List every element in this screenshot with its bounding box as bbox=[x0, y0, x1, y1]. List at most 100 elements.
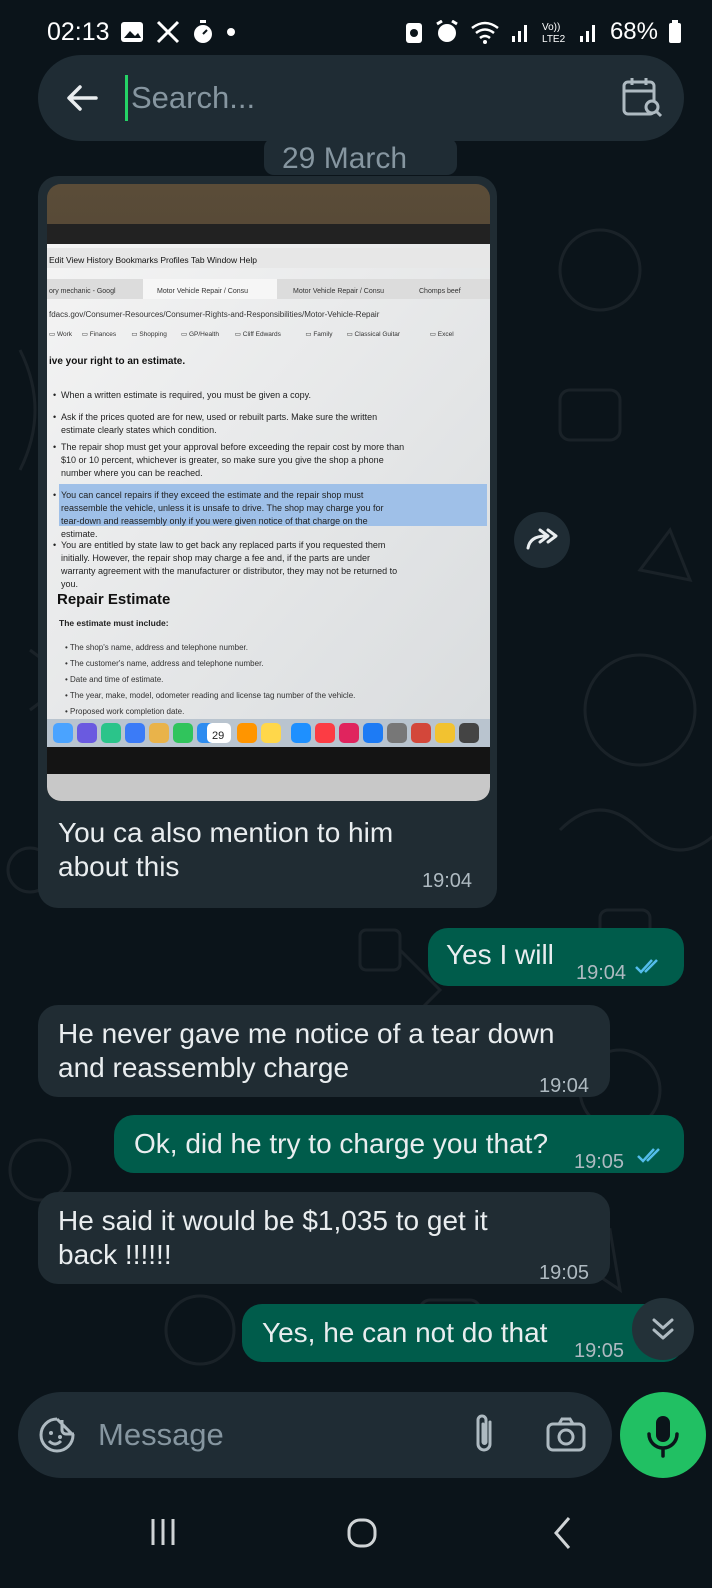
signal-icon bbox=[511, 25, 527, 42]
message-time: 19:05 bbox=[574, 1340, 625, 1362]
photo-heading: ive your right to an estimate. bbox=[49, 356, 185, 367]
photo-section-item: • The year, make, model, odometer readin… bbox=[65, 691, 355, 700]
forward-button[interactable] bbox=[514, 512, 570, 568]
photo-tab-label: Motor Vehicle Repair / Consu bbox=[157, 288, 248, 295]
photo-bullet-dot: • bbox=[53, 490, 56, 500]
photo-bullet-line: number where you can be reached. bbox=[61, 468, 203, 478]
photo-section-item: • The customer's name, address and telep… bbox=[65, 659, 264, 668]
photo-bookmark-label: ▭ Finances bbox=[82, 331, 117, 338]
incoming-message-bubble[interactable]: He never gave me notice of a tear down a… bbox=[38, 1005, 610, 1097]
photo-section-sub: The estimate must include: bbox=[59, 618, 169, 628]
svg-text:Vo)): Vo)) bbox=[542, 22, 560, 33]
incoming-message-bubble[interactable]: He said it would be $1,035 to get it bac… bbox=[38, 1192, 610, 1284]
message-text: Yes I will bbox=[446, 939, 554, 970]
photo-bullet-line: You are entitled by state law to get bac… bbox=[61, 540, 385, 550]
volte-icon: Vo))LTE2 bbox=[542, 22, 566, 44]
photo-tab-label: Chomps beef bbox=[419, 288, 461, 295]
status-bar: 02:13 Vo)) LTE2 68% bbox=[0, 0, 712, 62]
message-input[interactable]: Message bbox=[98, 1417, 224, 1453]
photo-section-item: • Proposed work completion date. bbox=[65, 707, 184, 716]
photo-bullet-dot: • bbox=[53, 412, 56, 422]
search-input[interactable]: Search... bbox=[131, 80, 255, 116]
microphone-icon bbox=[647, 1416, 679, 1458]
photo-bookmark-label: ▭ Classical Guitar bbox=[347, 331, 401, 338]
photo-menu-bar: Edit View History Bookmarks Profiles Tab… bbox=[49, 255, 257, 265]
home-icon[interactable] bbox=[346, 1517, 378, 1549]
read-receipt-icon bbox=[635, 959, 658, 974]
battery-icon bbox=[669, 20, 681, 43]
paperclip-icon[interactable] bbox=[470, 1412, 498, 1456]
wifi-icon bbox=[471, 21, 499, 44]
photo-bullet-dot: • bbox=[53, 540, 56, 550]
photo-tab-label: Motor Vehicle Repair / Consu bbox=[293, 288, 384, 295]
message-text: You ca also mention to him about this bbox=[58, 817, 394, 882]
message-text: Yes, he can not do that bbox=[262, 1317, 548, 1348]
message-composer[interactable]: Message bbox=[18, 1392, 612, 1478]
photo-bullet-line: estimate clearly states which condition. bbox=[61, 425, 217, 435]
back-arrow-icon[interactable] bbox=[64, 80, 100, 116]
alarm-icon bbox=[436, 20, 458, 42]
photo-bookmark-label: ▭ Shopping bbox=[131, 331, 167, 338]
x-notification-icon bbox=[156, 20, 180, 44]
voice-record-button[interactable] bbox=[620, 1392, 706, 1478]
photo-bookmarks: ▭ Work ▭ Finances ▭ Shopping ▭ GP/Health ▭ C… bbox=[49, 331, 454, 338]
camera-icon[interactable] bbox=[546, 1416, 586, 1452]
calendar-search-icon[interactable] bbox=[620, 75, 664, 119]
text-cursor bbox=[125, 75, 128, 121]
photo-url: fdacs.gov/Consumer-Resources/Consumer-Ri… bbox=[49, 310, 380, 319]
message-time: 19:05 bbox=[539, 1262, 590, 1284]
photo-bullet-line: Ask if the prices quoted are for new, us… bbox=[61, 412, 377, 422]
photo-section-item: • Date and time of estimate. bbox=[65, 675, 163, 684]
image-message-bubble[interactable]: Edit View History Bookmarks Profiles Tab… bbox=[38, 176, 497, 908]
photo-bullet-line: $10 or 10 percent, whichever is greater,… bbox=[61, 455, 384, 465]
photo-dock-date: 29 bbox=[212, 730, 224, 742]
outgoing-message-bubble[interactable]: Yes I will 19:04 bbox=[428, 928, 684, 986]
photo-bullet-line: When a written estimate is required, you… bbox=[61, 390, 311, 400]
system-back-icon[interactable] bbox=[552, 1515, 572, 1551]
shared-photo[interactable]: Edit View History Bookmarks Profiles Tab… bbox=[47, 184, 490, 801]
message-text: He never gave me notice of a tear down a… bbox=[58, 1018, 555, 1083]
message-time: 19:04 bbox=[576, 962, 627, 984]
message-text: He said it would be $1,035 to get it bac… bbox=[58, 1205, 488, 1270]
date-chip: 29 March 2025 bbox=[264, 138, 457, 175]
photo-tab-label: ory mechanic - Googl bbox=[49, 288, 116, 295]
photo-bookmark-label: ▭ Work bbox=[49, 331, 73, 338]
photo-section-item: • The shop's name, address and telephone… bbox=[65, 643, 248, 652]
outgoing-message-bubble[interactable]: Ok, did he try to charge you that? 19:05 bbox=[114, 1115, 684, 1173]
search-bar[interactable]: Search... bbox=[38, 55, 684, 141]
message-time: 19:04 bbox=[539, 1075, 590, 1097]
photo-section-title: Repair Estimate bbox=[57, 591, 170, 608]
recent-apps-icon[interactable] bbox=[150, 1517, 176, 1547]
photo-of-laptop-screen: Edit View History Bookmarks Profiles Tab… bbox=[47, 184, 490, 801]
forward-icon bbox=[526, 528, 558, 550]
status-time: 02:13 bbox=[47, 18, 110, 46]
message-text: Ok, did he try to charge you that? bbox=[134, 1128, 549, 1159]
photo-bookmark-label: ▭ Cliff Edwards bbox=[235, 331, 282, 338]
photo-bookmark-label: ▭ Family bbox=[305, 331, 333, 338]
dot-notification-icon bbox=[227, 28, 235, 36]
timer-notification-icon bbox=[194, 20, 212, 43]
message-time: 19:04 bbox=[422, 870, 473, 892]
battery-saver-icon bbox=[405, 23, 422, 43]
photo-bullet-line: tear-down and reassembly only if you wer… bbox=[61, 516, 368, 526]
signal-icon-2 bbox=[579, 25, 595, 42]
gallery-notification-icon bbox=[121, 22, 143, 42]
scroll-to-bottom-button[interactable] bbox=[632, 1298, 694, 1360]
photo-body-text: • When a written estimate is required, yo… bbox=[53, 390, 404, 589]
photo-bookmark-label: ▭ Excel bbox=[430, 331, 454, 338]
date-chip-label: 29 March 2025 bbox=[282, 142, 408, 175]
photo-bullet-line: estimate. bbox=[61, 529, 98, 539]
battery-percent: 68% bbox=[609, 18, 658, 45]
photo-bullet-line: The repair shop must get your approval b… bbox=[61, 442, 404, 452]
photo-bullet-line: you. bbox=[61, 579, 78, 589]
double-chevron-down-icon bbox=[652, 1318, 674, 1340]
photo-bullet-line: warranty agreement with the manufacturer… bbox=[60, 566, 397, 576]
read-receipt-icon bbox=[637, 1148, 660, 1163]
outgoing-message-bubble[interactable]: Yes, he can not do that 19:05 bbox=[242, 1304, 684, 1362]
message-time: 19:05 bbox=[574, 1151, 625, 1173]
photo-bullet-line: reassemble the vehicle, unless it is uns… bbox=[61, 503, 384, 513]
sticker-emoji-icon[interactable] bbox=[38, 1416, 76, 1454]
svg-text:LTE2: LTE2 bbox=[542, 34, 566, 44]
photo-dock-icons: 29 bbox=[53, 723, 479, 743]
photo-bullet-dot: • bbox=[53, 390, 56, 400]
